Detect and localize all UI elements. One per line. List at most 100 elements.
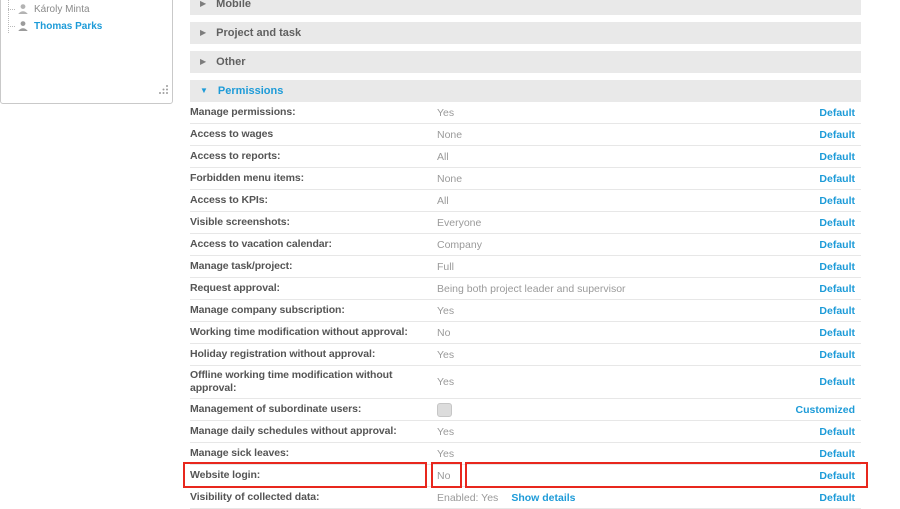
permission-value [437,403,795,417]
resize-grip-icon[interactable] [158,82,169,100]
permission-label: Visible screenshots: [190,213,437,232]
permission-row: Working time modification without approv… [190,322,861,344]
default-link[interactable]: Default [819,217,861,229]
tree-branch-line [8,26,15,27]
default-link[interactable]: Default [819,376,861,388]
permission-label: Holiday registration without approval: [190,345,437,364]
permission-row: Offline working time modification withou… [190,366,861,399]
permission-row: Manage task/project: Full Default [190,256,861,278]
permission-row: Visible screenshots: Everyone Default [190,212,861,234]
default-link[interactable]: Default [819,448,861,460]
permission-value: Company [437,239,819,251]
permission-value: Yes [437,305,819,317]
permission-value: All [437,151,819,163]
default-link[interactable]: Default [819,261,861,273]
section-label: Mobile [216,0,251,10]
permission-label: Working time modification without approv… [190,323,437,342]
user-name: Thomas Parks [34,21,102,32]
section-header-mobile[interactable]: ▶ Mobile [190,0,861,15]
permission-value-text: Yes [437,448,454,460]
user-tree-item-karoly-minta[interactable]: Károly Minta [1,2,90,16]
permission-value: None [437,173,819,185]
permission-label: Manage permissions: [190,103,437,122]
permission-value: No [437,327,819,339]
section-header-project-and-task[interactable]: ▶ Project and task [190,22,861,44]
permission-value-text: None [437,173,462,185]
permission-row: Manage daily schedules without approval:… [190,421,861,443]
permission-row: Website login: No Default [190,465,861,487]
permission-value-text: No [437,327,450,339]
default-link[interactable]: Default [819,195,861,207]
permission-value: Being both project leader and supervisor [437,283,819,295]
subordinate-users-checkbox[interactable] [437,403,452,417]
section-label: Permissions [218,85,283,97]
permission-label: Manage daily schedules without approval: [190,422,437,441]
default-link[interactable]: Default [819,492,861,504]
default-link[interactable]: Default [819,470,861,482]
default-link[interactable]: Default [819,151,861,163]
permission-row: Manage company subscription: Yes Default [190,300,861,322]
user-icon [17,3,29,15]
permission-label: Visibility of collected data: [190,488,437,507]
permission-value: Yes [437,448,819,460]
permission-value: None [437,129,819,141]
permission-value-text: Yes [437,305,454,317]
permission-row: Forbidden menu items: None Default [190,168,861,190]
permission-label: Access to reports: [190,147,437,166]
permission-value-text: Yes [437,349,454,361]
show-details-link[interactable]: Show details [511,492,575,504]
permission-row: Holiday registration without approval: Y… [190,344,861,366]
permission-label: Manage company subscription: [190,301,437,320]
permission-value: Enabled: Yes Show details [437,492,819,504]
customized-link[interactable]: Customized [795,404,861,416]
chevron-right-icon: ▶ [200,58,206,66]
default-link[interactable]: Default [819,305,861,317]
default-link[interactable]: Default [819,349,861,361]
default-link[interactable]: Default [819,173,861,185]
permission-label: Manage task/project: [190,257,437,276]
permission-row: Request approval: Being both project lea… [190,278,861,300]
permission-row: Access to wages None Default [190,124,861,146]
permission-row: Access to vacation calendar: Company Def… [190,234,861,256]
default-link[interactable]: Default [819,129,861,141]
permission-label: Website login: [190,466,437,485]
default-link[interactable]: Default [819,239,861,251]
permission-value: Everyone [437,217,819,229]
permission-label: Access to vacation calendar: [190,235,437,254]
permission-value: Yes [437,426,819,438]
permission-value: Yes [437,349,819,361]
tree-branch-line [8,9,15,10]
permission-value-text: Yes [437,107,454,119]
permission-value-text: Everyone [437,217,481,229]
default-link[interactable]: Default [819,327,861,339]
section-header-other[interactable]: ▶ Other [190,51,861,73]
permission-label: Manage sick leaves: [190,444,437,463]
permission-label: Management of subordinate users: [190,400,437,419]
user-name: Károly Minta [34,4,90,15]
section-label: Other [216,56,245,68]
permission-label: Offline working time modification withou… [190,366,437,398]
section-header-permissions[interactable]: ▼ Permissions [190,80,861,102]
permission-row: Manage sick leaves: Yes Default [190,443,861,465]
permissions-list: Manage permissions: Yes Default Access t… [190,102,861,509]
default-link[interactable]: Default [819,107,861,119]
permission-value-text: Company [437,239,482,251]
settings-panel: ▶ Mobile ▶ Project and task ▶ Other ▼ Pe… [190,0,861,509]
default-link[interactable]: Default [819,283,861,295]
permission-row: Management of subordinate users: Customi… [190,399,861,421]
permission-value: Yes [437,376,819,388]
permission-value-text: Yes [437,376,454,388]
permission-value: No [437,470,819,482]
permission-value: Yes [437,107,819,119]
permission-row: Access to reports: All Default [190,146,861,168]
permission-value-text: All [437,151,449,163]
permission-value: Full [437,261,819,273]
permission-row: Manage permissions: Yes Default [190,102,861,124]
permission-value-text: Full [437,261,454,273]
user-tree-panel: Károly Minta Thomas Parks [0,0,173,104]
user-tree-item-thomas-parks[interactable]: Thomas Parks [1,19,102,33]
permission-row: Access to KPIs: All Default [190,190,861,212]
permission-value-text: None [437,129,462,141]
default-link[interactable]: Default [819,426,861,438]
permission-label: Access to wages [190,125,437,144]
